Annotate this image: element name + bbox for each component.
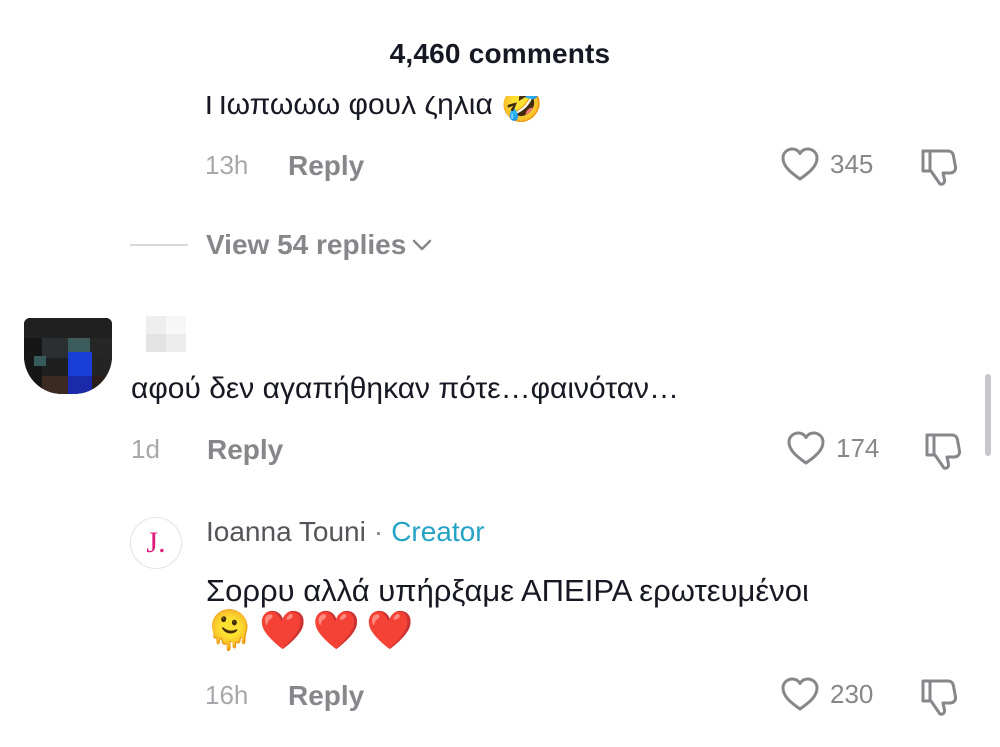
avatar[interactable] bbox=[24, 318, 112, 394]
reply-emojis: 🫠 ❤️ ❤️ ❤️ bbox=[206, 612, 413, 650]
comment-text: αφού δεν αγαπήθηκαν πότε…φαινόταν… bbox=[131, 372, 680, 405]
like-count: 345 bbox=[830, 148, 874, 179]
chevron-down-icon bbox=[413, 239, 432, 251]
heart-outline-icon bbox=[781, 677, 819, 711]
red-heart-emoji: ❤️ bbox=[365, 610, 414, 652]
reply-author-row: Ioanna Touni · Creator bbox=[206, 516, 485, 548]
dislike-button[interactable] bbox=[922, 431, 964, 476]
dislike-button[interactable] bbox=[918, 147, 960, 192]
like-button[interactable]: 230 bbox=[780, 676, 873, 712]
like-count: 174 bbox=[836, 432, 880, 463]
heart-outline-icon bbox=[781, 147, 819, 181]
comment-text: Πωπωωω φουλ ζηλιά bbox=[205, 88, 493, 121]
comment-time: 13h bbox=[205, 150, 249, 180]
scrollbar[interactable] bbox=[985, 374, 991, 456]
heart-outline-icon bbox=[787, 431, 825, 465]
red-heart-emoji: ❤️ bbox=[312, 610, 360, 652]
red-heart-emoji: ❤️ bbox=[259, 610, 307, 652]
comment-text-partial: Πωπωωω φουλ ζηλιά 🤣 bbox=[205, 86, 544, 122]
reply-time: 16h bbox=[205, 680, 249, 710]
like-button[interactable]: 345 bbox=[780, 146, 873, 182]
thumbs-down-outline-icon bbox=[921, 149, 958, 186]
comment-time: 1d bbox=[131, 434, 160, 464]
reply-button[interactable]: Reply bbox=[288, 680, 364, 712]
melting-face-emoji: 🫠 bbox=[206, 610, 254, 652]
thumbs-down-outline-icon bbox=[925, 433, 962, 470]
view-replies-label: View 54 replies bbox=[206, 229, 407, 260]
view-replies-divider bbox=[130, 244, 188, 246]
author-name[interactable]: Ioanna Touni bbox=[206, 516, 366, 548]
reply-button[interactable]: Reply bbox=[207, 434, 283, 466]
username-redacted bbox=[146, 316, 186, 354]
comments-count-title: 4,460 comments bbox=[389, 38, 611, 69]
avatar-logo-letter: J. bbox=[146, 526, 166, 559]
rofl-emoji: 🤣 bbox=[500, 86, 544, 122]
like-count: 230 bbox=[830, 678, 874, 709]
reply-button[interactable]: Reply bbox=[288, 150, 364, 182]
like-button[interactable]: 174 bbox=[786, 430, 879, 466]
separator-dot: · bbox=[373, 516, 384, 547]
thumbs-down-outline-icon bbox=[921, 679, 958, 716]
dislike-button[interactable] bbox=[918, 677, 960, 722]
creator-badge: Creator bbox=[391, 516, 485, 547]
reply-text: Σορρυ αλλά υπήρξαμε ΑΠΕΙΡΑ ερωτευμένοι bbox=[206, 573, 809, 608]
creator-avatar[interactable]: J. bbox=[130, 517, 182, 569]
view-replies-button[interactable]: View 54 replies bbox=[130, 229, 434, 261]
